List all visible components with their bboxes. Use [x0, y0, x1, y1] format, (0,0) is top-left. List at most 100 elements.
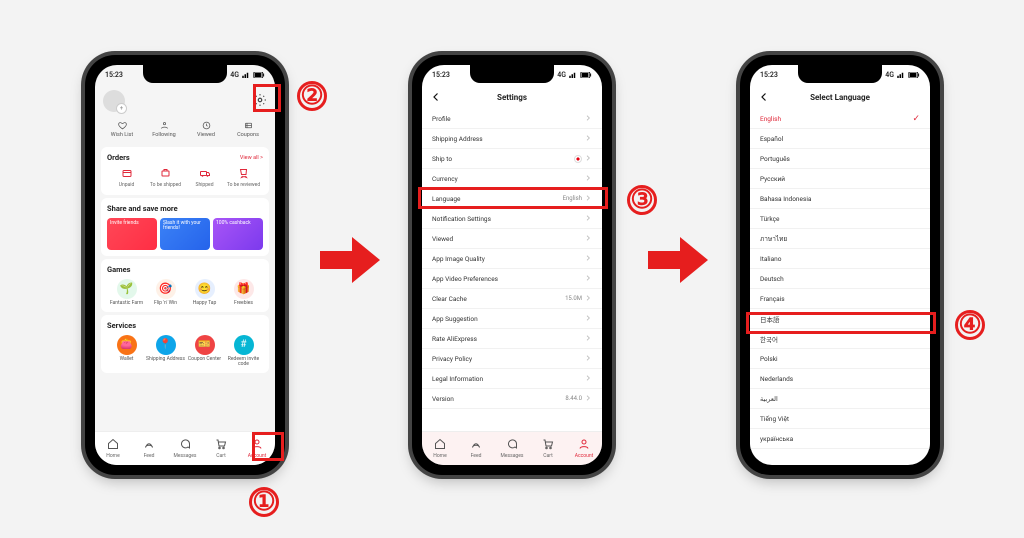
tab-cart[interactable]: Cart [530, 432, 566, 465]
settings-row-privacy policy[interactable]: Privacy Policy [422, 349, 602, 369]
tab-icon [215, 438, 227, 452]
language-row-13[interactable]: Nederlands [750, 369, 930, 389]
settings-row-clear cache[interactable]: Clear Cache 15.0M [422, 289, 602, 309]
orders-viewall[interactable]: View all > [240, 155, 263, 161]
promo-card-0[interactable]: Invite friends [107, 218, 157, 250]
settings-row-shipping address[interactable]: Shipping Address [422, 129, 602, 149]
settings-row-profile[interactable]: Profile [422, 109, 602, 129]
language-row-10[interactable]: 日本語 [750, 309, 930, 329]
service-tile-3[interactable]: # Redeem invite code [224, 335, 263, 368]
games-card: Games 🌱 Fantastic Farm 🎯 Flip 'n' Win 😊 … [101, 259, 269, 312]
language-row-6[interactable]: ภาษาไทย [750, 229, 930, 249]
service-tile-0[interactable]: 👛 Wallet [107, 335, 146, 368]
tab-home[interactable]: Home [422, 432, 458, 465]
tab-messages[interactable]: Messages [167, 432, 203, 465]
language-row-1[interactable]: Español [750, 129, 930, 149]
language-row-8[interactable]: Deutsch [750, 269, 930, 289]
tab-account[interactable]: Account [239, 432, 275, 465]
metric-2[interactable]: Viewed [185, 120, 227, 138]
row-value [584, 114, 592, 124]
row-label: Legal Information [432, 375, 483, 383]
game-tile-0[interactable]: 🌱 Fantastic Farm [107, 279, 146, 306]
language-row-9[interactable]: Français [750, 289, 930, 309]
language-row-11[interactable]: 한국어 [750, 329, 930, 349]
language-row-14[interactable]: العربية [750, 389, 930, 409]
order-icon [107, 167, 146, 181]
chevron-right-icon [584, 154, 592, 164]
row-label: Currency [432, 175, 458, 183]
language-row-2[interactable]: Português [750, 149, 930, 169]
screen-language: 15:23 4G Select Language English ✓ Españ… [750, 65, 930, 465]
settings-row-language[interactable]: Language English [422, 189, 602, 209]
order-status-1[interactable]: To be shipped [146, 167, 185, 189]
settings-row-rate aliexpress[interactable]: Rate AliExpress [422, 329, 602, 349]
metric-1[interactable]: Following [143, 120, 185, 138]
chevron-right-icon [584, 214, 592, 224]
language-row-7[interactable]: Italiano [750, 249, 930, 269]
back-button[interactable] [430, 91, 442, 105]
service-icon: 📍 [156, 335, 176, 355]
service-icon: 🎫 [195, 335, 215, 355]
order-status-0[interactable]: Unpaid [107, 167, 146, 189]
settings-row-app video preferences[interactable]: App Video Preferences [422, 269, 602, 289]
order-status-3[interactable]: To be reviewed [224, 167, 263, 189]
language-row-3[interactable]: Русский [750, 169, 930, 189]
settings-row-currency[interactable]: Currency [422, 169, 602, 189]
tab-home[interactable]: Home [95, 432, 131, 465]
settings-row-notification settings[interactable]: Notification Settings [422, 209, 602, 229]
tab-messages[interactable]: Messages [494, 432, 530, 465]
language-row-4[interactable]: Bahasa Indonesia [750, 189, 930, 209]
chevron-right-icon [584, 274, 592, 284]
language-label: українська [760, 435, 793, 443]
order-label: To be shipped [146, 183, 185, 189]
screen-account: 15:23 4G Wish List Following Viewed [95, 65, 275, 465]
tab-account[interactable]: Account [566, 432, 602, 465]
tab-feed[interactable]: Feed [458, 432, 494, 465]
settings-row-ship to[interactable]: Ship to [422, 149, 602, 169]
language-row-12[interactable]: Polski [750, 349, 930, 369]
row-value [584, 134, 592, 144]
row-value: 8.44.0 [565, 394, 592, 404]
chevron-right-icon [584, 354, 592, 364]
service-tile-2[interactable]: 🎫 Coupon Center [185, 335, 224, 368]
metric-3[interactable]: Coupons [227, 120, 269, 138]
language-row-5[interactable]: Türkçe [750, 209, 930, 229]
callout-2: ② [297, 80, 327, 111]
game-tile-3[interactable]: 🎁 Freebies [224, 279, 263, 306]
back-button[interactable] [758, 91, 770, 105]
settings-list: Profile Shipping Address Ship to Currenc… [422, 109, 602, 409]
battery-icon [908, 72, 920, 78]
language-row-0[interactable]: English ✓ [750, 109, 930, 129]
language-label: Português [760, 155, 790, 163]
row-label: Version [432, 395, 454, 403]
settings-row-app suggestion[interactable]: App Suggestion [422, 309, 602, 329]
promo-card-1[interactable]: Slash it with your friends! [160, 218, 210, 250]
order-icon [185, 167, 224, 181]
metric-0[interactable]: Wish List [101, 120, 143, 138]
settings-gear-icon[interactable] [253, 93, 267, 109]
settings-row-app image quality[interactable]: App Image Quality [422, 249, 602, 269]
tab-cart[interactable]: Cart [203, 432, 239, 465]
notch [798, 65, 882, 83]
settings-row-version[interactable]: Version 8.44.0 [422, 389, 602, 409]
signal-icon [897, 72, 905, 78]
chevron-right-icon [584, 134, 592, 144]
language-row-15[interactable]: Tiếng Việt [750, 409, 930, 429]
order-status-2[interactable]: Shipped [185, 167, 224, 189]
chevron-right-icon [584, 334, 592, 344]
settings-row-legal information[interactable]: Legal Information [422, 369, 602, 389]
settings-row-viewed[interactable]: Viewed [422, 229, 602, 249]
services-card: Services 👛 Wallet 📍 Shipping Address 🎫 C… [101, 315, 269, 374]
game-tile-2[interactable]: 😊 Happy Tap [185, 279, 224, 306]
game-tile-1[interactable]: 🎯 Flip 'n' Win [146, 279, 185, 306]
share-card: Share and save more Invite friendsSlash … [101, 198, 269, 256]
row-value: 15.0M [565, 294, 592, 304]
service-tile-1[interactable]: 📍 Shipping Address [146, 335, 185, 368]
promo-card-2[interactable]: 100% cashback [213, 218, 263, 250]
avatar[interactable] [103, 90, 125, 112]
service-icon: 👛 [117, 335, 137, 355]
language-row-16[interactable]: українська [750, 429, 930, 449]
tab-feed[interactable]: Feed [131, 432, 167, 465]
metric-label: Following [143, 132, 185, 138]
tab-icon [251, 438, 263, 452]
